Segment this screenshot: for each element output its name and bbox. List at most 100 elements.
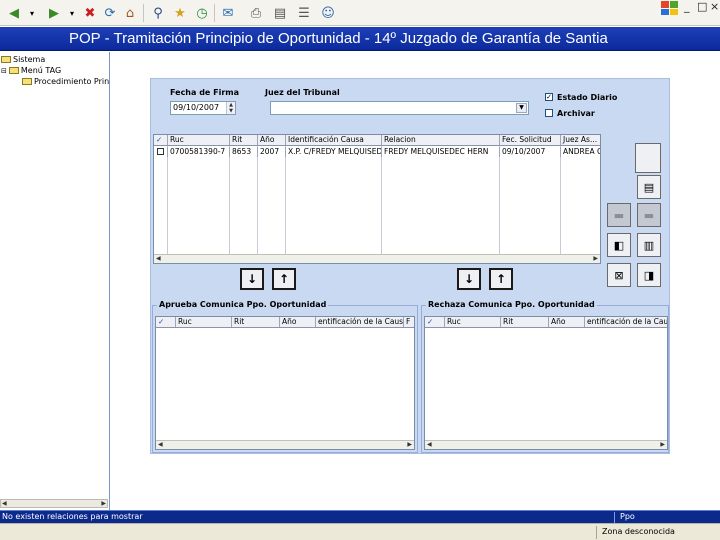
- table-cell: 09/10/2007: [500, 147, 561, 157]
- exit-door-icon[interactable]: ◨: [637, 263, 661, 287]
- status-separator: [614, 512, 615, 523]
- move-up-aprueba-button[interactable]: ↑: [272, 268, 296, 290]
- tree-node-sistema[interactable]: Sistema: [1, 55, 45, 64]
- forward-icon[interactable]: ▶: [44, 3, 64, 23]
- scroll-right-icon[interactable]: ▶: [660, 441, 665, 448]
- dropdown-arrow-icon[interactable]: ▼: [516, 103, 527, 113]
- main-form-panel: Fecha de Firma 09/10/2007 ▲ ▼ Juez del Tr…: [150, 78, 670, 454]
- tree-node-label: Procedimiento Princip: [34, 77, 110, 86]
- messenger-icon[interactable]: ☺: [318, 3, 338, 23]
- rechaza-group: Rechaza Comunica Ppo. Oportunidad ✓ Ruc …: [421, 300, 669, 453]
- tree-node-procedimiento[interactable]: Procedimiento Princip: [22, 77, 110, 86]
- home-icon[interactable]: ⌂: [120, 3, 140, 23]
- forward-dropdown-icon[interactable]: ▾: [62, 3, 82, 23]
- column-header[interactable]: Ruc: [168, 135, 230, 145]
- column-header[interactable]: Fec. Solicitud: [500, 135, 561, 145]
- fecha-input[interactable]: 09/10/2007 ▲ ▼: [170, 101, 236, 115]
- table-cell: X.P. C/FREDY MELQUISEDE: [288, 147, 382, 157]
- grid-horizontal-scrollbar[interactable]: ◀ ▶: [425, 440, 667, 449]
- history-icon[interactable]: ◷: [192, 3, 212, 23]
- scroll-left-icon[interactable]: ◀: [156, 255, 161, 262]
- status-separator: [596, 526, 597, 539]
- column-header[interactable]: Relacion: [382, 135, 500, 145]
- mail-icon[interactable]: ✉: [218, 3, 238, 23]
- column-header[interactable]: Juez As...: [561, 135, 600, 145]
- scroll-right-icon[interactable]: ▶: [101, 500, 106, 507]
- column-header[interactable]: Rit: [501, 317, 549, 327]
- table-cell: 2007: [258, 147, 286, 157]
- column-header[interactable]: Identificación Causa: [286, 135, 382, 145]
- disabled-action-icon: ▬: [607, 203, 631, 227]
- column-header[interactable]: entificación de la Causa: [585, 317, 667, 327]
- security-zone: Zona desconocida: [602, 527, 675, 536]
- grid-horizontal-scrollbar[interactable]: ◀ ▶: [154, 254, 600, 263]
- move-down-rechaza-button[interactable]: ↓: [457, 268, 481, 290]
- table-cell: 0700581390-7: [168, 147, 230, 157]
- windows-logo-icon: [660, 0, 678, 16]
- export-icon[interactable]: ◧: [607, 233, 631, 257]
- fecha-label: Fecha de Firma: [170, 88, 240, 97]
- grid-header: ✓ Ruc Rit Año entificación de la Causa F: [156, 317, 414, 328]
- status-message: No existen relaciones para mostrar: [2, 512, 143, 521]
- column-header[interactable]: Rit: [230, 135, 258, 145]
- move-down-aprueba-button[interactable]: ↓: [240, 268, 264, 290]
- minimize-button[interactable]: _: [684, 0, 690, 13]
- scroll-left-icon[interactable]: ◀: [427, 441, 432, 448]
- column-header[interactable]: Rit: [232, 317, 280, 327]
- grid-horizontal-scrollbar[interactable]: ◀ ▶: [156, 440, 414, 449]
- tree-horizontal-scrollbar[interactable]: ◀ ▶: [0, 499, 108, 508]
- folder-icon: [8, 67, 19, 74]
- print-icon[interactable]: ⎙: [246, 3, 266, 23]
- search-icon[interactable]: ⚲: [148, 3, 168, 23]
- table-cell: 8653: [230, 147, 258, 157]
- maximize-button[interactable]: □: [697, 0, 707, 13]
- edit-icon[interactable]: ▤: [270, 3, 290, 23]
- table-row[interactable]: 0700581390-7 8653 2007 X.P. C/FREDY MELQ…: [154, 147, 600, 157]
- report-icon[interactable]: ▥: [637, 233, 661, 257]
- column-header[interactable]: Año: [549, 317, 585, 327]
- refresh-icon[interactable]: ⟳: [100, 3, 120, 23]
- app-status-bar: No existen relaciones para mostrar Ppo: [0, 510, 720, 523]
- browser-toolbar: ◀ ▾ ▶ ▾ ✖ ⟳ ⌂ ⚲ ★ ◷ ✉ ⎙ ▤ ☰ ☺ _ □ ×: [0, 0, 720, 26]
- move-up-rechaza-button[interactable]: ↑: [489, 268, 513, 290]
- archivar-checkbox[interactable]: [545, 109, 553, 117]
- mail-cancel-icon[interactable]: ⊠: [607, 263, 631, 287]
- column-header[interactable]: Ruc: [176, 317, 232, 327]
- scroll-left-icon[interactable]: ◀: [158, 441, 163, 448]
- select-all-check-icon[interactable]: ✓: [156, 317, 176, 327]
- select-all-check-icon[interactable]: ✓: [154, 135, 168, 145]
- expand-icon: ⊟: [1, 66, 7, 75]
- column-header[interactable]: entificación de la Causa: [316, 317, 404, 327]
- column-header[interactable]: Año: [258, 135, 286, 145]
- status-right: Ppo: [620, 512, 635, 521]
- column-header[interactable]: Ruc: [445, 317, 501, 327]
- scroll-left-icon[interactable]: ◀: [2, 500, 7, 507]
- juez-select[interactable]: ▼: [270, 101, 529, 115]
- folder-icon: [22, 78, 32, 85]
- estado-diario-label: Estado Diario: [557, 93, 618, 102]
- select-all-check-icon[interactable]: ✓: [425, 317, 445, 327]
- disabled-action-icon: ▬: [637, 203, 661, 227]
- grid-header: ✓ Ruc Rit Año entificación de la Causa: [425, 317, 667, 328]
- back-icon[interactable]: ◀: [4, 3, 24, 23]
- estado-diario-checkbox[interactable]: ✓: [545, 93, 553, 101]
- discuss-icon[interactable]: ☰: [294, 3, 314, 23]
- rechaza-title: Rechaza Comunica Ppo. Oportunidad: [426, 300, 597, 309]
- page-title: POP - Tramitación Principio de Oportunid…: [0, 27, 720, 51]
- navigation-tree: Sistema ⊟ Menú TAG Procedimiento Princip…: [0, 52, 110, 510]
- row-checkbox[interactable]: [154, 147, 168, 157]
- stop-icon[interactable]: ✖: [80, 3, 100, 23]
- column-header[interactable]: Año: [280, 317, 316, 327]
- archivar-label: Archivar: [557, 109, 595, 118]
- favorites-icon[interactable]: ★: [170, 3, 190, 23]
- column-header[interactable]: F: [404, 317, 414, 327]
- tree-node-menu-tag[interactable]: ⊟ Menú TAG: [1, 66, 61, 75]
- scroll-right-icon[interactable]: ▶: [593, 255, 598, 262]
- close-button[interactable]: ×: [710, 0, 719, 13]
- toolbar-separator: [143, 4, 144, 22]
- date-spinner[interactable]: ▲ ▼: [226, 102, 235, 114]
- document-icon[interactable]: ▤: [637, 175, 661, 199]
- back-dropdown-icon[interactable]: ▾: [22, 3, 42, 23]
- side-action-button[interactable]: [635, 143, 661, 173]
- scroll-right-icon[interactable]: ▶: [407, 441, 412, 448]
